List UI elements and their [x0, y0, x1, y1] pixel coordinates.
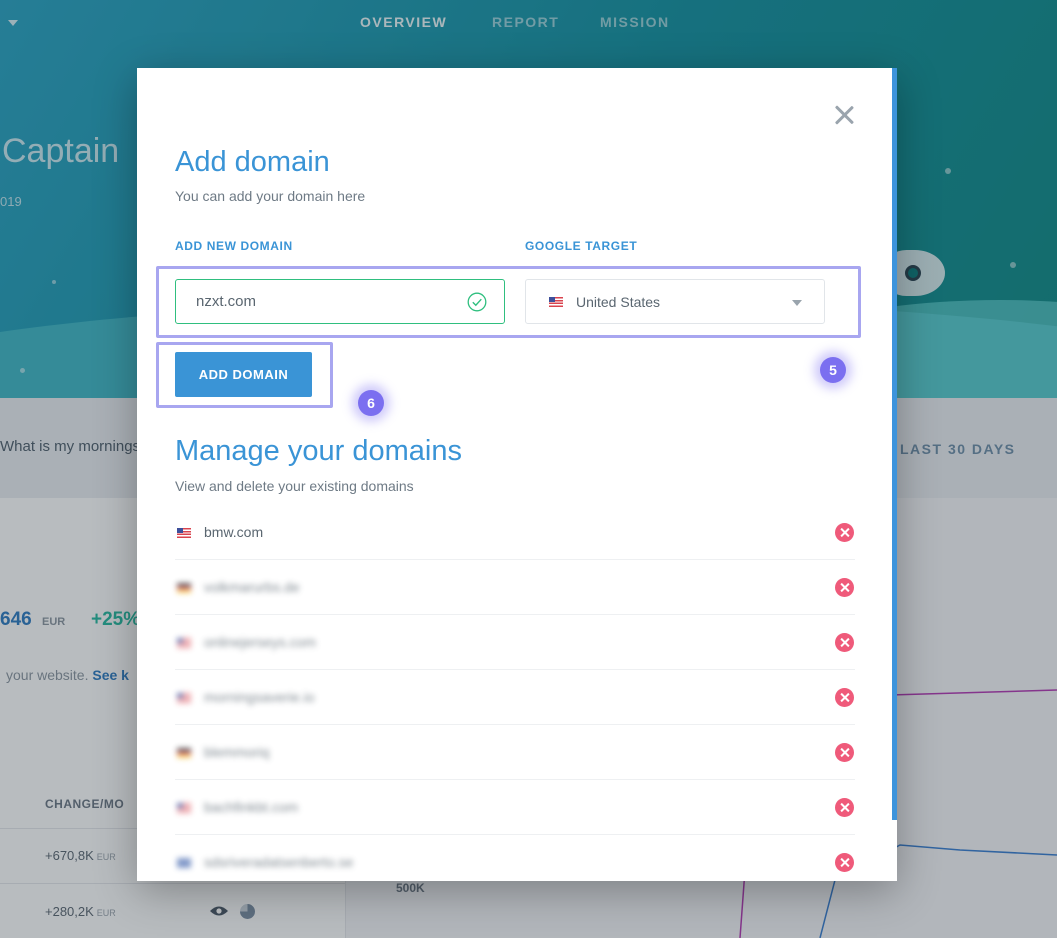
delete-icon[interactable] [835, 798, 854, 817]
domain-name: bachfinkbt.com [204, 799, 299, 815]
domain-name: blemmoriq [204, 744, 270, 760]
de-flag-icon [177, 748, 191, 758]
list-item: volkmarurbs.de [175, 560, 855, 615]
delete-icon[interactable] [835, 853, 854, 872]
delete-icon[interactable] [835, 743, 854, 762]
domain-name: bmw.com [204, 524, 264, 540]
delete-icon[interactable] [835, 688, 854, 707]
tutorial-step-badge[interactable]: 5 [820, 357, 846, 383]
domain-name: morningsaverie.io [204, 689, 315, 705]
domain-name: sdsriveradatsenberto.se [204, 854, 354, 870]
modal-scrollbar[interactable] [892, 68, 897, 820]
de-flag-icon [177, 583, 191, 593]
us-flag-icon [177, 528, 191, 538]
target-field-label: GOOGLE TARGET [525, 239, 638, 253]
domain-list: bmw.com volkmarurbs.de onlinejerseys.com… [175, 505, 855, 881]
delete-icon[interactable] [835, 523, 854, 542]
modal-subtitle: You can add your domain here [175, 188, 366, 204]
domain-name: onlinejerseys.com [204, 634, 317, 650]
domain-name: volkmarurbs.de [204, 579, 300, 595]
us-flag-icon [177, 803, 191, 813]
add-domain-modal: Add domain You can add your domain here … [137, 68, 897, 881]
modal-title: Add domain [175, 146, 330, 178]
tutorial-step-badge[interactable]: 6 [358, 390, 384, 416]
tutorial-highlight-inputs [156, 266, 861, 338]
list-item: sdsriveradatsenberto.se [175, 835, 855, 881]
manage-title: Manage your domains [175, 435, 462, 467]
tutorial-highlight-button [156, 342, 333, 408]
manage-subtitle: View and delete your existing domains [175, 478, 414, 494]
list-item: onlinejerseys.com [175, 615, 855, 670]
delete-icon[interactable] [835, 578, 854, 597]
close-icon[interactable] [833, 104, 855, 126]
list-item: bmw.com [175, 505, 855, 560]
eu-flag-icon [177, 858, 191, 868]
list-item: bachfinkbt.com [175, 780, 855, 835]
us-flag-icon [177, 638, 191, 648]
us-flag-icon [177, 693, 191, 703]
delete-icon[interactable] [835, 633, 854, 652]
list-item: morningsaverie.io [175, 670, 855, 725]
list-item: blemmoriq [175, 725, 855, 780]
domain-field-label: ADD NEW DOMAIN [175, 239, 293, 253]
